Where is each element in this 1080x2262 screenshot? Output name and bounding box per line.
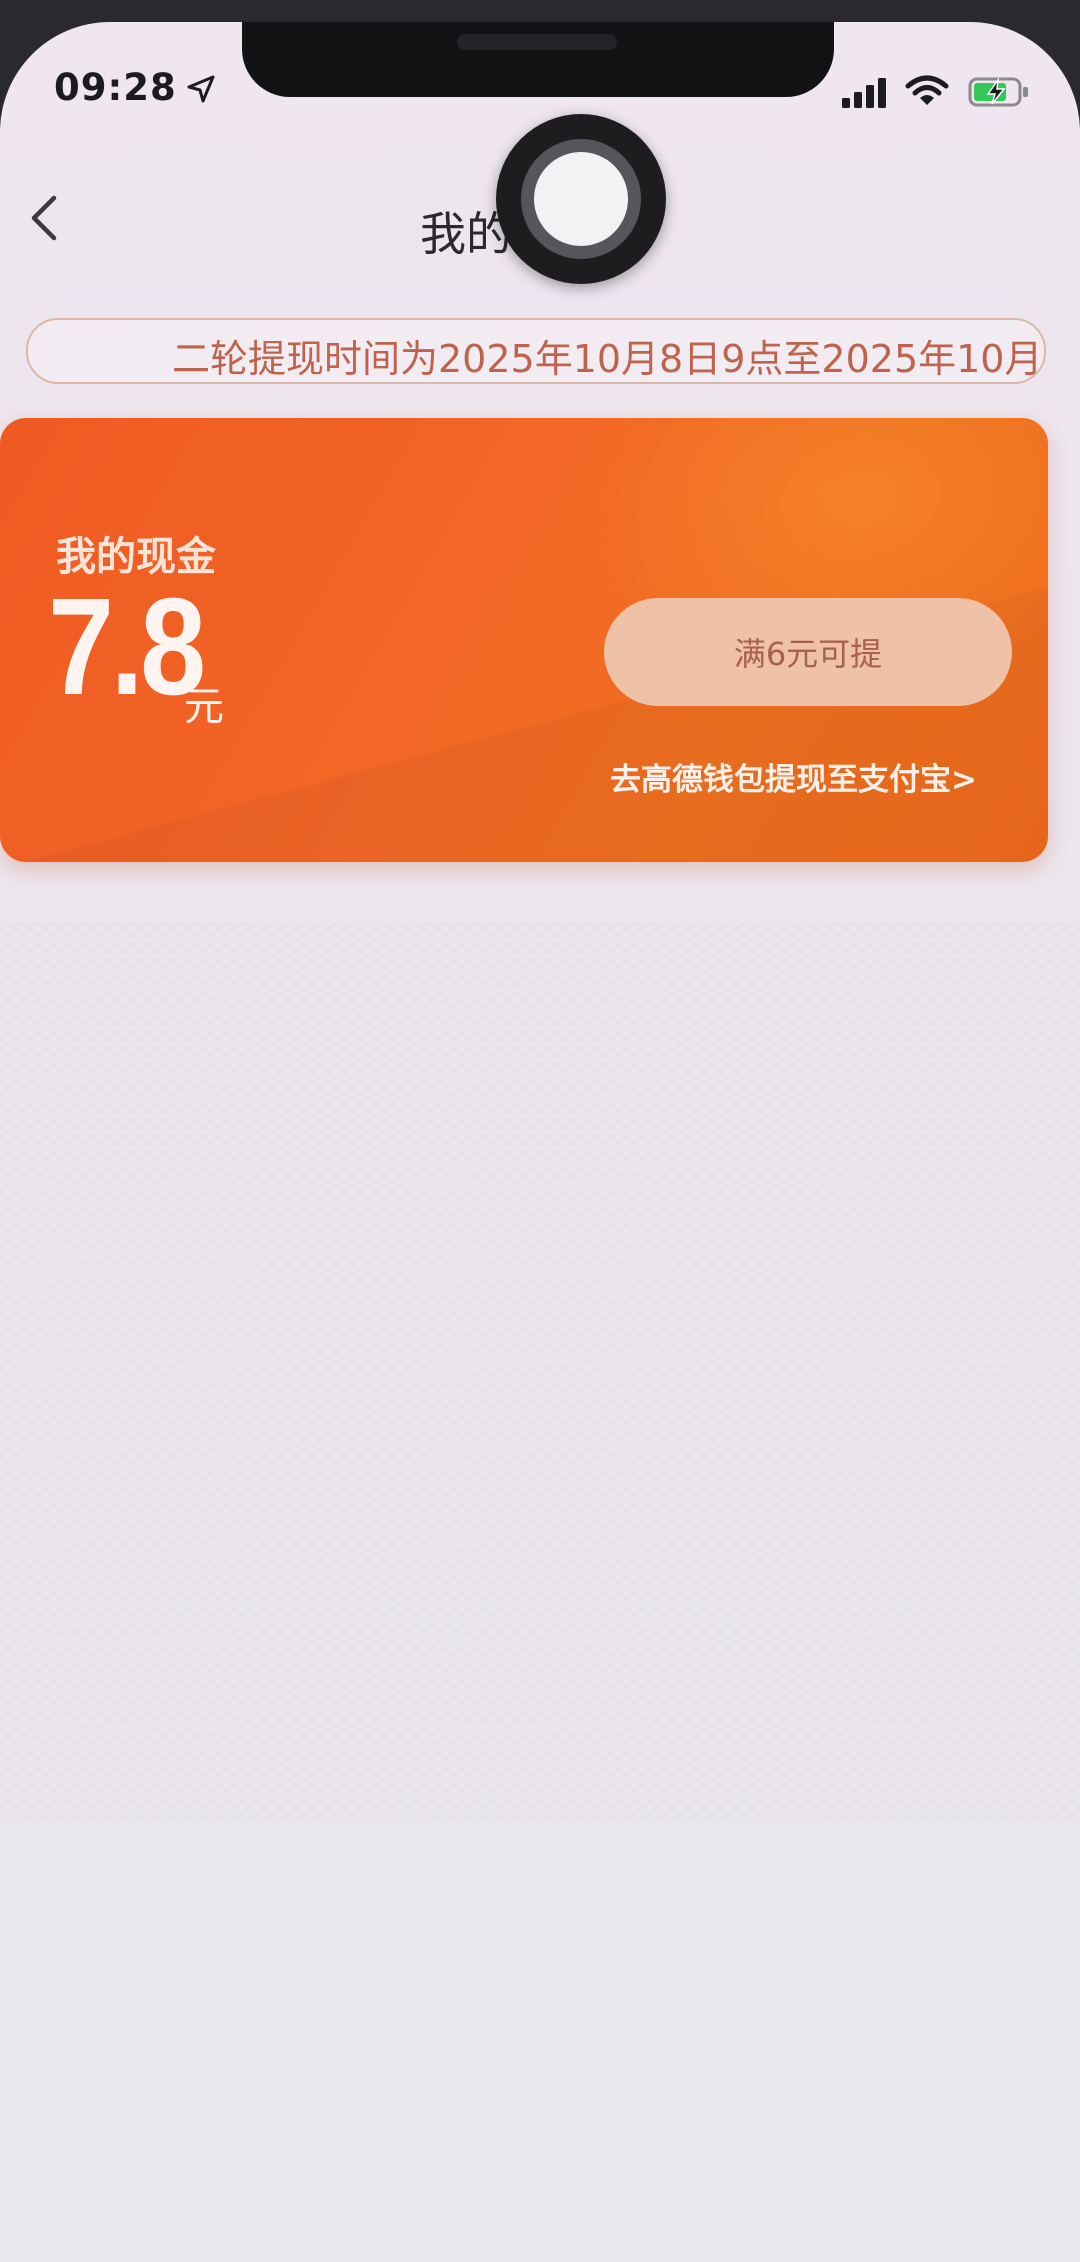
- battery-charging-icon: [968, 77, 1028, 107]
- cash-amount: 7.8: [48, 570, 206, 724]
- cellular-signal-icon: [842, 78, 886, 108]
- device-notch: [242, 22, 834, 97]
- notice-marquee: 二轮提现时间为2025年10月8日9点至2025年10月: [26, 318, 1046, 384]
- location-arrow-icon: [187, 75, 215, 103]
- wifi-icon: [905, 75, 949, 105]
- screen-moire-texture: [0, 922, 1080, 1822]
- assistive-touch-button[interactable]: [496, 114, 666, 284]
- alipay-withdraw-link[interactable]: 去高德钱包提现至支付宝>: [610, 754, 977, 799]
- earpiece-speaker: [457, 34, 617, 50]
- back-chevron-icon[interactable]: [24, 190, 64, 246]
- assistive-touch-core: [534, 152, 628, 246]
- notice-text: 二轮提现时间为2025年10月8日9点至2025年10月: [172, 337, 1043, 381]
- cash-card: 我的现金 7.8 元 满6元可提 去高德钱包提现至支付宝>: [0, 418, 1048, 862]
- status-time: 09:28: [54, 66, 177, 109]
- withdraw-button[interactable]: 满6元可提: [604, 598, 1012, 706]
- phone-screen: 09:28 我的 二轮提现时间为2025年10月8日9点至2025年10月 我的…: [0, 22, 1080, 2262]
- cash-unit: 元: [184, 684, 224, 730]
